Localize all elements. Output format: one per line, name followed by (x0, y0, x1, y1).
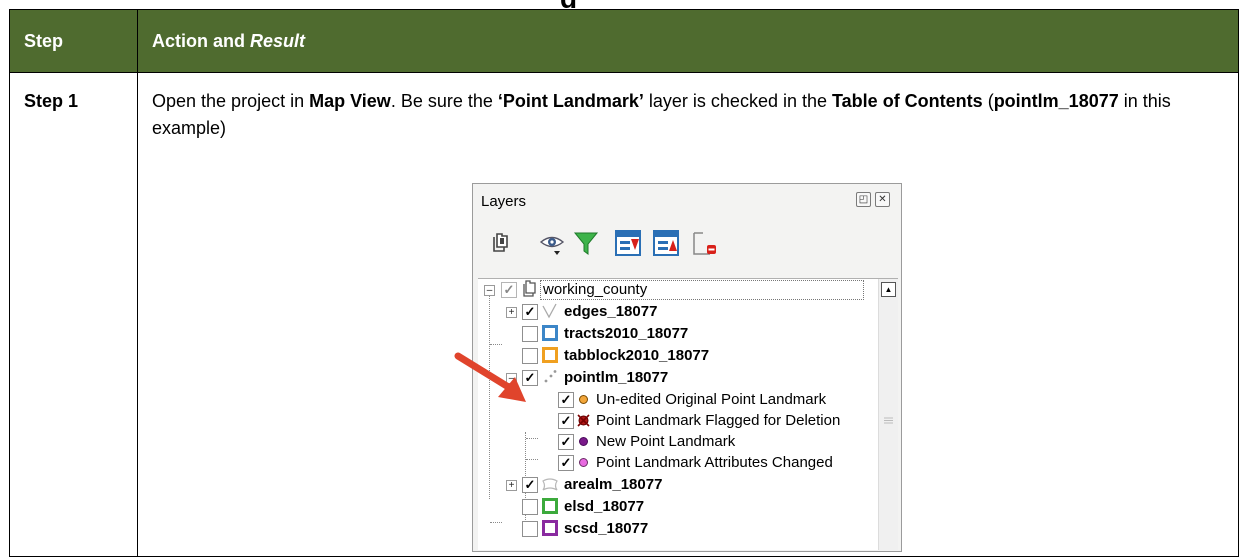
layer-checkbox[interactable] (522, 326, 538, 342)
layer-row-tracts[interactable]: tracts2010_18077 (478, 323, 876, 345)
instruction-text: Open the project in Map View. Be sure th… (152, 88, 1224, 142)
table-row: Step 1 Open the project in Map View. Be … (9, 72, 1239, 557)
layer-row-scsd[interactable]: scsd_18077 (478, 518, 876, 540)
vertical-scrollbar[interactable]: ▲ (878, 279, 898, 550)
point-landmark-term: ‘Point Landmark’ (497, 91, 644, 111)
legend-checkbox[interactable]: ✓ (558, 392, 574, 408)
layer-label: elsd_18077 (564, 498, 645, 515)
layer-checkbox[interactable] (522, 521, 538, 537)
layer-row-elsd[interactable]: elsd_18077 (478, 496, 876, 518)
scroll-grip-icon[interactable] (884, 416, 893, 425)
layer-checkbox[interactable]: ✓ (522, 477, 538, 493)
map-view-term: Map View (309, 91, 391, 111)
layer-checkbox[interactable] (522, 499, 538, 515)
instruction-table: Step Action and Result Step 1 Open the p… (9, 9, 1239, 557)
header-result-text: Result (250, 30, 306, 51)
scsd-polygon-icon (542, 520, 558, 536)
tracts-polygon-icon (542, 325, 558, 341)
legend-label: Point Landmark Flagged for Deletion (596, 412, 841, 429)
layer-label: pointlm_18077 (564, 369, 669, 386)
legend-label: Point Landmark Attributes Changed (596, 454, 833, 471)
remove-layer-icon[interactable] (691, 230, 717, 256)
legend-row-changed[interactable]: ✓ Point Landmark Attributes Changed (478, 452, 876, 474)
header-step: Step (9, 9, 138, 73)
purple-point-icon (579, 437, 588, 446)
orange-point-icon (579, 395, 588, 404)
flagged-deletion-icon (577, 414, 590, 427)
layer-label: scsd_18077 (564, 520, 649, 537)
red-pointer-arrow-icon (454, 352, 526, 402)
instr-part-4: ( (982, 91, 994, 111)
instr-part-2: . Be sure the (390, 91, 498, 111)
cut-off-page-heading: g (0, 0, 1248, 8)
layers-panel-title: Layers (481, 193, 527, 210)
pointlm-term: pointlm_18077 (993, 91, 1119, 111)
float-icon[interactable]: ◰ (856, 192, 871, 207)
layer-checkbox[interactable]: ✓ (522, 304, 538, 320)
group-label[interactable]: working_county (540, 280, 864, 300)
scroll-up-icon[interactable]: ▲ (881, 282, 896, 297)
layer-label: tracts2010_18077 (564, 325, 689, 342)
tabblock-polygon-icon (542, 347, 558, 363)
point-layer-icon (544, 370, 557, 383)
table-header-row: Step Action and Result (9, 9, 1239, 73)
pink-point-icon (579, 458, 588, 467)
legend-checkbox[interactable]: ✓ (558, 413, 574, 429)
add-group-icon[interactable] (487, 230, 513, 256)
layer-row-edges[interactable]: + ✓ edges_18077 (478, 301, 876, 323)
legend-row-flagged[interactable]: ✓ Point Landmark Flagged for Deletion (478, 410, 876, 432)
header-action-result: Action and Result (137, 9, 1239, 73)
layer-label: arealm_18077 (564, 476, 663, 493)
collapse-icon[interactable]: – (484, 285, 495, 296)
layer-tree[interactable]: – ✓ working_county + ✓ edges_18077 tract… (478, 278, 898, 550)
close-icon[interactable]: ✕ (875, 192, 890, 207)
elsd-polygon-icon (542, 498, 558, 514)
legend-checkbox[interactable]: ✓ (558, 455, 574, 471)
legend-label: New Point Landmark (596, 433, 736, 450)
step-number: Step 1 (9, 72, 138, 557)
collapse-all-icon[interactable] (653, 230, 679, 256)
legend-row-new[interactable]: ✓ New Point Landmark (478, 431, 876, 453)
header-action-text: Action and (152, 30, 250, 51)
filter-funnel-icon[interactable] (573, 230, 599, 256)
group-icon (523, 280, 536, 297)
tree-group-row[interactable]: – ✓ working_county (478, 279, 876, 301)
expand-all-icon[interactable] (615, 230, 641, 256)
instr-part-1: Open the project in (152, 91, 310, 111)
expand-icon[interactable]: + (506, 307, 517, 318)
legend-label: Un-edited Original Point Landmark (596, 391, 827, 408)
line-layer-icon (542, 303, 557, 319)
layer-label: edges_18077 (564, 303, 658, 320)
expand-icon[interactable]: + (506, 480, 517, 491)
arealm-polygon-icon (542, 478, 558, 491)
action-cell: Open the project in Map View. Be sure th… (137, 72, 1239, 557)
group-checkbox[interactable]: ✓ (501, 282, 517, 298)
layer-row-arealm[interactable]: + ✓ arealm_18077 (478, 474, 876, 496)
visibility-eye-icon[interactable] (539, 230, 565, 256)
layer-label: tabblock2010_18077 (564, 347, 710, 364)
legend-checkbox[interactable]: ✓ (558, 434, 574, 450)
instr-part-3: layer is checked in the (643, 91, 833, 111)
table-of-contents-term: Table of Contents (832, 91, 983, 111)
